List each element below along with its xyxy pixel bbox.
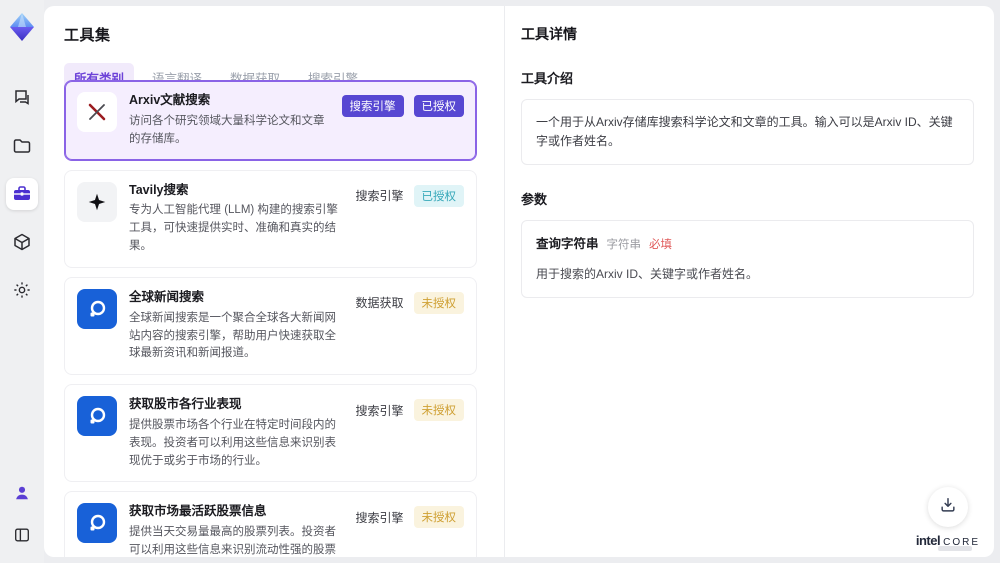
cube-icon — [12, 232, 32, 252]
tool-desc: 提供当天交易量最高的股票列表。投资者可以利用这些信息来识别流动性强的股票和潜在的… — [129, 526, 336, 557]
arxiv-icon — [77, 92, 117, 132]
app-window: 工具集 所有类别 语言翻译 数据获取 搜索引擎 Arxiv文献搜索 访问各个研究… — [0, 0, 1000, 563]
corner-widgets: intel CORE — [916, 487, 980, 551]
sidebar-item-tools[interactable] — [6, 178, 38, 210]
category-label: 数据获取 — [355, 296, 404, 311]
param-desc: 用于搜索的Arxiv ID、关键字或作者姓名。 — [536, 266, 759, 281]
sidebar-nav — [6, 82, 38, 306]
tool-desc: 全球新闻搜索是一个聚合全球各大新闻网站内容的搜索引擎，帮助用户快速获取全球最新资… — [129, 311, 336, 360]
params-heading: 参数 — [521, 192, 548, 208]
category-label: 搜索引擎 — [355, 510, 404, 525]
sidebar-item-settings[interactable] — [6, 274, 38, 306]
tool-card-sector-performance[interactable]: 获取股市各行业表现 提供股票市场各个行业在特定时间段内的表现。投资者可以利用这些… — [64, 384, 477, 483]
tool-name: Arxiv文献搜索 — [129, 93, 211, 107]
detail-column: 工具详情 工具介绍 一个用于从Arxiv存储库搜索科学论文和文章的工具。输入可以… — [505, 6, 994, 557]
core-wordmark: CORE — [943, 537, 980, 548]
sidebar-bottom — [6, 477, 38, 563]
auth-badge: 未授权 — [413, 291, 464, 314]
tool-name: Tavily搜索 — [129, 182, 189, 197]
sidebar-item-files[interactable] — [6, 130, 38, 162]
tool-name: 获取市场最活跃股票信息 — [129, 504, 267, 519]
panel-toggle-icon — [13, 526, 31, 544]
auth-badge: 已授权 — [413, 95, 464, 117]
chat-icon — [12, 88, 32, 108]
news-search-icon — [77, 396, 117, 437]
intro-box: 一个用于从Arxiv存储库搜索科学论文和文章的工具。输入可以是Arxiv ID、… — [521, 99, 974, 166]
sidebar — [0, 0, 44, 563]
tool-list: Arxiv文献搜索 访问各个研究领域大量科学论文和文章的存储库。 搜索引擎 已授… — [64, 80, 479, 557]
gear-icon — [12, 280, 32, 300]
param-type: 字符串 — [606, 239, 642, 252]
sparkle-icon — [77, 181, 117, 222]
param-required-flag: 必填 — [649, 239, 673, 252]
intro-heading: 工具介绍 — [521, 71, 574, 86]
tool-card-global-news[interactable]: 全球新闻搜索 全球新闻搜索是一个聚合全球各大新闻网站内容的搜索引擎，帮助用户快速… — [64, 276, 477, 376]
collapse-panel-button[interactable] — [6, 519, 38, 551]
tool-card-most-active-stocks[interactable]: 获取市场最活跃股票信息 提供当天交易量最高的股票列表。投资者可以利用这些信息来识… — [64, 491, 477, 557]
tool-desc: 提供股票市场各个行业在特定时间段内的表现。投资者可以利用这些信息来识别表现优于或… — [129, 419, 336, 467]
category-label: 搜索引擎 — [355, 189, 404, 203]
tool-card-arxiv[interactable]: Arxiv文献搜索 访问各个研究领域大量科学论文和文章的存储库。 搜索引擎 已授… — [64, 80, 477, 161]
tool-card-tavily[interactable]: Tavily搜索 专为人工智能代理 (LLM) 构建的搜索引擎工具，可快速提供实… — [64, 169, 477, 268]
intel-core-logo: intel CORE — [916, 533, 980, 551]
auth-badge: 已授权 — [413, 184, 464, 207]
news-search-icon — [77, 503, 117, 544]
auth-badge: 未授权 — [413, 506, 464, 529]
param-box: 查询字符串 字符串 必填 用于搜索的Arxiv ID、关键字或作者姓名。 — [521, 220, 974, 298]
news-search-icon — [77, 288, 117, 329]
intel-wordmark: intel — [915, 533, 941, 548]
user-icon — [13, 484, 31, 502]
app-logo — [6, 10, 38, 44]
tool-name: 全球新闻搜索 — [129, 289, 205, 304]
category-badge: 搜索引擎 — [341, 95, 404, 117]
user-avatar-button[interactable] — [6, 477, 38, 509]
folder-icon — [12, 136, 32, 156]
download-icon — [939, 496, 957, 519]
tools-column: 工具集 所有类别 语言翻译 数据获取 搜索引擎 Arxiv文献搜索 访问各个研究… — [44, 6, 505, 557]
page-title: 工具集 — [64, 27, 111, 44]
auth-badge: 未授权 — [413, 399, 464, 422]
tool-name: 获取股市各行业表现 — [129, 397, 242, 412]
main-panel: 工具集 所有类别 语言翻译 数据获取 搜索引擎 Arxiv文献搜索 访问各个研究… — [44, 6, 994, 557]
tool-desc: 专为人工智能代理 (LLM) 构建的搜索引擎工具，可快速提供实时、准确和真实的结… — [129, 204, 338, 252]
toolbox-icon — [12, 184, 32, 204]
detail-title: 工具详情 — [521, 26, 577, 42]
tool-desc: 访问各个研究领域大量科学论文和文章的存储库。 — [129, 114, 325, 145]
category-label: 搜索引擎 — [355, 403, 404, 418]
param-name: 查询字符串 — [536, 237, 599, 252]
sidebar-item-packages[interactable] — [6, 226, 38, 258]
download-button[interactable] — [927, 487, 968, 527]
intro-text: 一个用于从Arxiv存储库搜索科学论文和文章的工具。输入可以是Arxiv ID、… — [536, 115, 953, 149]
sidebar-item-chat[interactable] — [6, 82, 38, 114]
